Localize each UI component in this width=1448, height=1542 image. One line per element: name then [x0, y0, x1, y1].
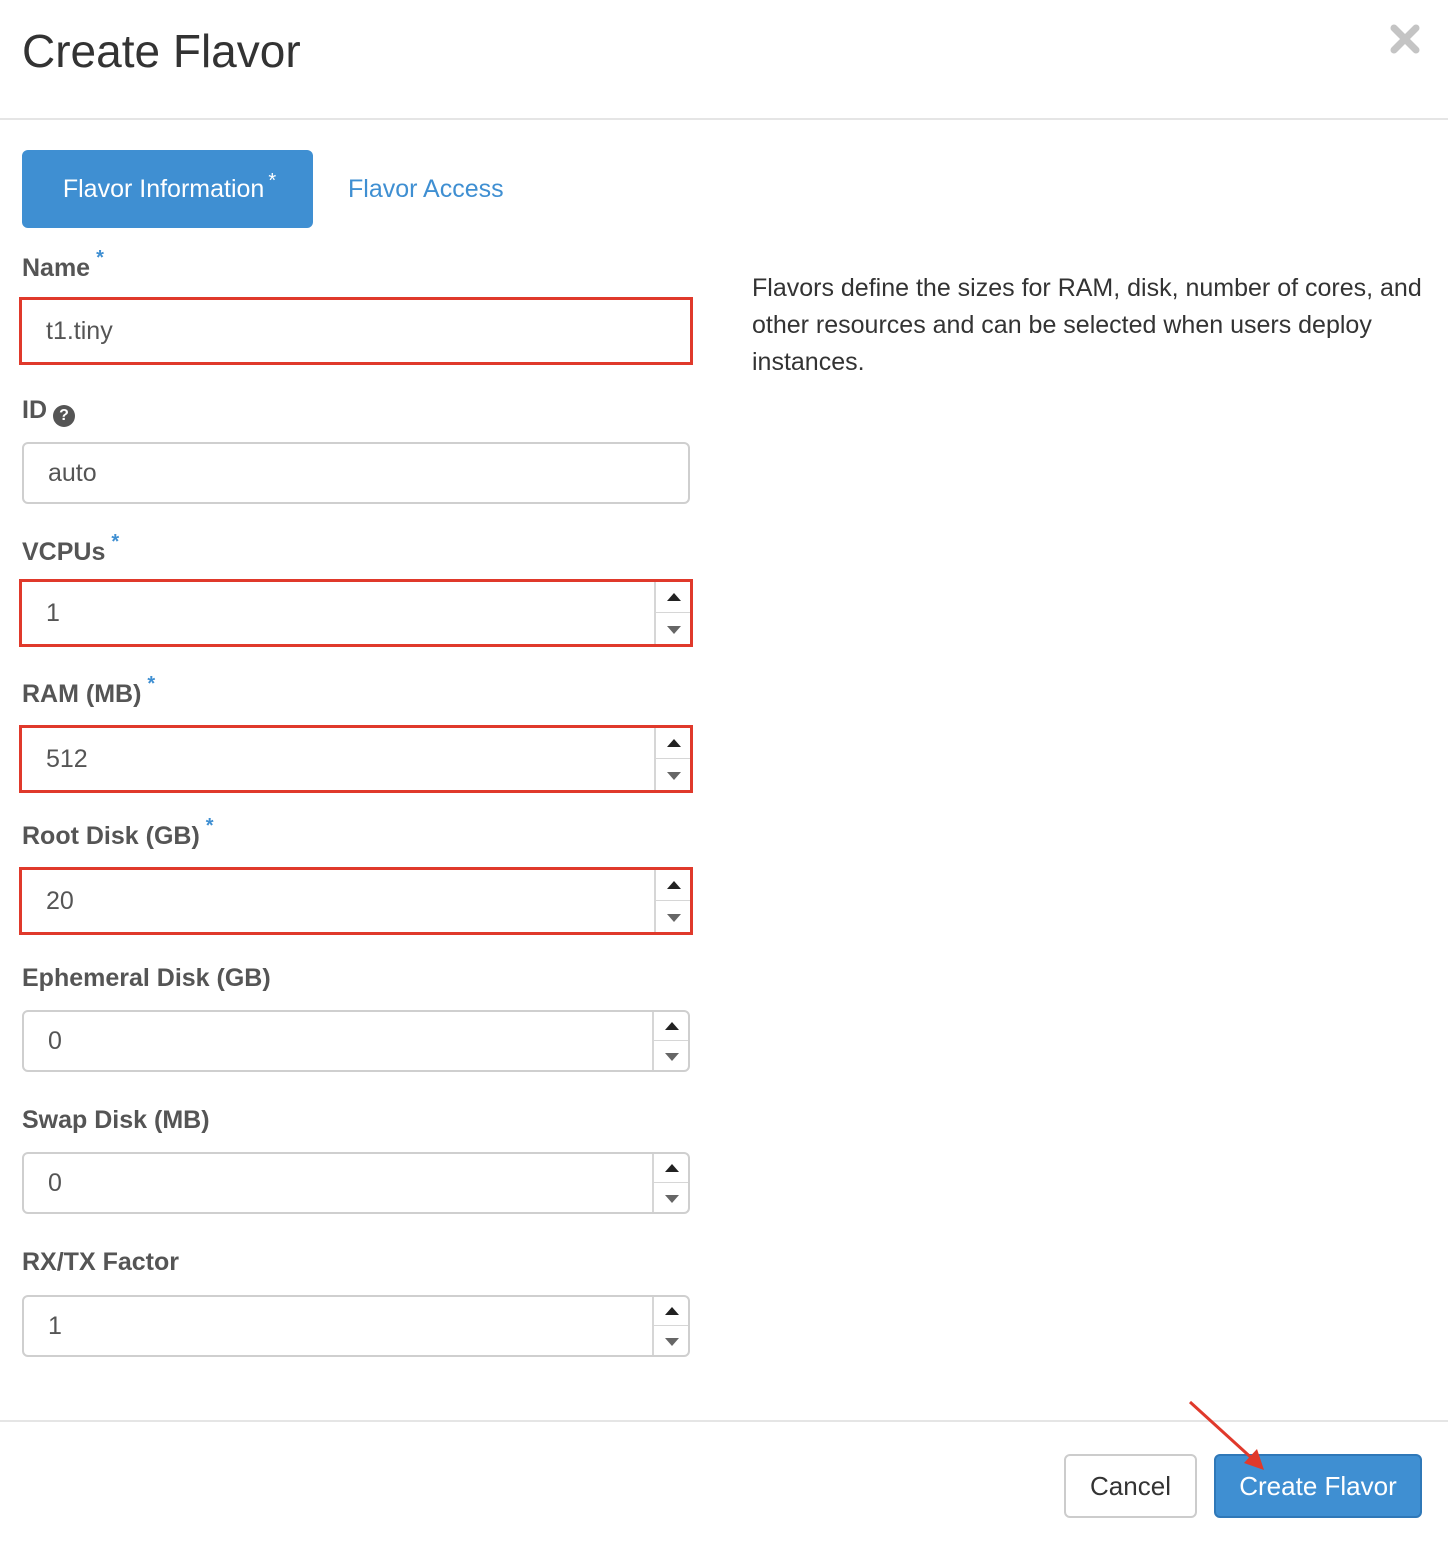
name-input-value: t1.tiny [46, 316, 113, 345]
tab-label: Flavor Information [62, 175, 265, 203]
decrement-arrow-icon[interactable] [656, 613, 690, 644]
root-disk-spinner [654, 870, 690, 932]
required-mark: * [147, 673, 156, 695]
ephemeral-disk-input-value: 0 [48, 1026, 62, 1055]
flavor-description: Flavors define the sizes for RAM, disk, … [752, 274, 1422, 376]
ram-input-value: 512 [46, 744, 88, 773]
root-disk-input-value: 20 [46, 886, 74, 915]
increment-arrow-icon[interactable] [656, 728, 690, 759]
tab-flavor-access[interactable]: Flavor Access [348, 150, 504, 228]
ephemeral-disk-input[interactable]: 0 [22, 1010, 690, 1072]
cancel-button[interactable]: Cancel [1064, 1454, 1197, 1518]
required-mark: * [111, 531, 120, 553]
rxtx-factor-input-value: 1 [48, 1311, 62, 1340]
decrement-arrow-icon[interactable] [654, 1183, 688, 1212]
swap-disk-input-value: 0 [48, 1168, 62, 1197]
rxtx-factor-spinner [652, 1297, 688, 1355]
name-label: Name * [22, 247, 104, 282]
id-input[interactable]: auto [22, 442, 690, 504]
required-mark: * [96, 247, 104, 269]
swap-disk-label: Swap Disk (MB) [22, 1106, 210, 1134]
rxtx-factor-label: RX/TX Factor [22, 1248, 179, 1276]
increment-arrow-icon[interactable] [656, 582, 690, 613]
increment-arrow-icon[interactable] [654, 1297, 688, 1326]
modal-footer: Cancel Create Flavor [0, 1420, 1448, 1542]
decrement-arrow-icon[interactable] [656, 759, 690, 790]
decrement-arrow-icon[interactable] [654, 1326, 688, 1355]
ephemeral-disk-label: Ephemeral Disk (GB) [22, 964, 271, 992]
required-mark: * [205, 815, 214, 837]
rxtx-factor-input[interactable]: 1 [22, 1295, 690, 1357]
tab-flavor-information[interactable]: Flavor Information * [22, 150, 313, 228]
help-icon[interactable]: ? [53, 405, 75, 427]
close-icon [1390, 24, 1420, 54]
decrement-arrow-icon[interactable] [654, 1041, 688, 1070]
ram-spinner [654, 728, 690, 790]
increment-arrow-icon[interactable] [656, 870, 690, 901]
swap-disk-spinner [652, 1154, 688, 1212]
required-mark: * [268, 170, 277, 192]
tab-label: Flavor Access [348, 175, 504, 203]
increment-arrow-icon[interactable] [654, 1012, 688, 1041]
root-disk-label: Root Disk (GB) * [22, 815, 214, 850]
vcpus-input[interactable]: 1 [19, 579, 693, 647]
id-input-value: auto [48, 458, 97, 487]
id-label: ID? [22, 396, 75, 427]
vcpus-label: VCPUs * [22, 531, 120, 566]
decrement-arrow-icon[interactable] [656, 901, 690, 932]
ephemeral-disk-spinner [652, 1012, 688, 1070]
modal-header: Create Flavor [0, 0, 1448, 120]
increment-arrow-icon[interactable] [654, 1154, 688, 1183]
ram-label: RAM (MB) * [22, 673, 156, 708]
name-input[interactable]: t1.tiny [19, 297, 693, 365]
close-button[interactable] [1388, 22, 1422, 56]
create-flavor-modal: Create Flavor Flavor Information * Flavor… [0, 0, 1448, 1542]
swap-disk-input[interactable]: 0 [22, 1152, 690, 1214]
modal-title: Create Flavor [22, 25, 301, 77]
create-flavor-button[interactable]: Create Flavor [1214, 1454, 1422, 1518]
vcpus-input-value: 1 [46, 598, 60, 627]
root-disk-input[interactable]: 20 [19, 867, 693, 935]
ram-input[interactable]: 512 [19, 725, 693, 793]
vcpus-spinner [654, 582, 690, 644]
